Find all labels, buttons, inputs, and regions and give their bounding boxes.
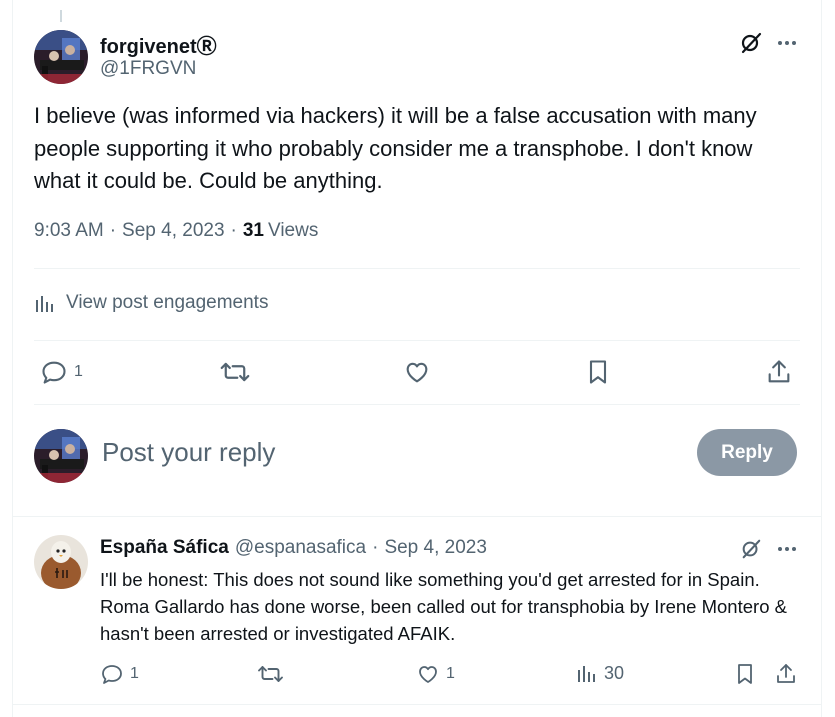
reply-author-avatar[interactable] bbox=[34, 535, 88, 589]
thread-connector-line bbox=[60, 10, 62, 22]
reply-like-action[interactable]: 1 bbox=[416, 662, 455, 686]
reply-icon bbox=[102, 665, 122, 684]
analytics-icon bbox=[578, 666, 595, 682]
post-text: I believe (was informed via hackers) it … bbox=[34, 103, 757, 193]
views-count: 31 bbox=[242, 220, 264, 241]
grok-icon[interactable] bbox=[738, 30, 764, 56]
meta-separator: · bbox=[372, 537, 379, 558]
reply-reply-action[interactable]: 1 bbox=[100, 662, 139, 686]
reply-date[interactable]: Sep 4, 2023 bbox=[384, 537, 486, 559]
reply-header: España Sáfica @espanasafica · Sep 4, 202… bbox=[100, 537, 487, 559]
views-label: Views bbox=[268, 220, 319, 241]
like-icon bbox=[406, 362, 428, 383]
reply-button[interactable]: Reply bbox=[697, 429, 797, 476]
reply-author-handle[interactable]: @espanasafica bbox=[235, 537, 366, 559]
bookmark-action[interactable] bbox=[584, 358, 612, 386]
reply-icon bbox=[42, 361, 66, 384]
divider bbox=[34, 268, 800, 269]
section-divider bbox=[12, 516, 822, 517]
more-icon[interactable] bbox=[774, 536, 800, 562]
bookmark-icon bbox=[738, 664, 752, 684]
reply-share-action[interactable] bbox=[774, 662, 798, 686]
reply-author-name[interactable]: España Sáfica bbox=[100, 537, 229, 559]
author-name[interactable]: forgivenetⓇ bbox=[100, 30, 217, 59]
author-avatar[interactable] bbox=[34, 30, 88, 84]
like-icon bbox=[419, 666, 437, 683]
like-count: 1 bbox=[446, 665, 455, 682]
view-post-engagements-label: View post engagements bbox=[66, 292, 269, 313]
repost-icon bbox=[258, 666, 283, 682]
repost-icon bbox=[220, 362, 250, 382]
reply-count: 1 bbox=[130, 665, 139, 682]
reply-bookmark-action[interactable] bbox=[733, 662, 757, 686]
views-count: 30 bbox=[604, 662, 625, 683]
share-icon bbox=[777, 664, 795, 683]
divider bbox=[34, 340, 800, 341]
meta-separator: · bbox=[230, 220, 237, 241]
reply-count: 1 bbox=[74, 363, 83, 380]
reply-action[interactable]: 1 bbox=[40, 358, 83, 386]
reply-input[interactable]: Post your reply bbox=[102, 437, 275, 468]
share-icon bbox=[768, 360, 790, 383]
grok-icon[interactable] bbox=[738, 536, 764, 562]
meta-separator: · bbox=[109, 220, 117, 241]
like-action[interactable] bbox=[403, 358, 431, 386]
bookmark-icon bbox=[589, 360, 607, 384]
reply-repost-action[interactable] bbox=[257, 662, 284, 686]
post-date[interactable]: Sep 4, 2023 bbox=[122, 220, 224, 242]
more-icon[interactable] bbox=[774, 30, 800, 56]
analytics-icon bbox=[36, 296, 53, 312]
reply-views-action[interactable]: 30 bbox=[576, 662, 624, 684]
post-meta: 9:03 AM · Sep 4, 2023 · 31 Views bbox=[34, 220, 318, 242]
divider bbox=[34, 404, 800, 405]
share-action[interactable] bbox=[765, 358, 793, 386]
reply-text: I'll be honest: This does not sound like… bbox=[100, 569, 787, 644]
post-time[interactable]: 9:03 AM bbox=[34, 220, 104, 242]
divider bbox=[12, 704, 822, 705]
composer-avatar[interactable] bbox=[34, 429, 88, 483]
view-post-engagements-link[interactable]: View post engagements bbox=[34, 292, 268, 314]
author-handle[interactable]: @1FRGVN bbox=[100, 58, 196, 80]
repost-action[interactable] bbox=[220, 358, 250, 386]
